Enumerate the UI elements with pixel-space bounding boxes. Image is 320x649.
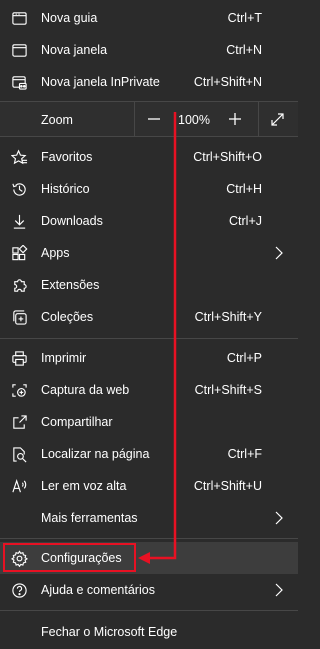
edge-settings-menu: Nova guia Ctrl+T Nova janela Ctrl+N Nova… bbox=[0, 0, 298, 649]
annotation-arrow bbox=[138, 112, 177, 564]
